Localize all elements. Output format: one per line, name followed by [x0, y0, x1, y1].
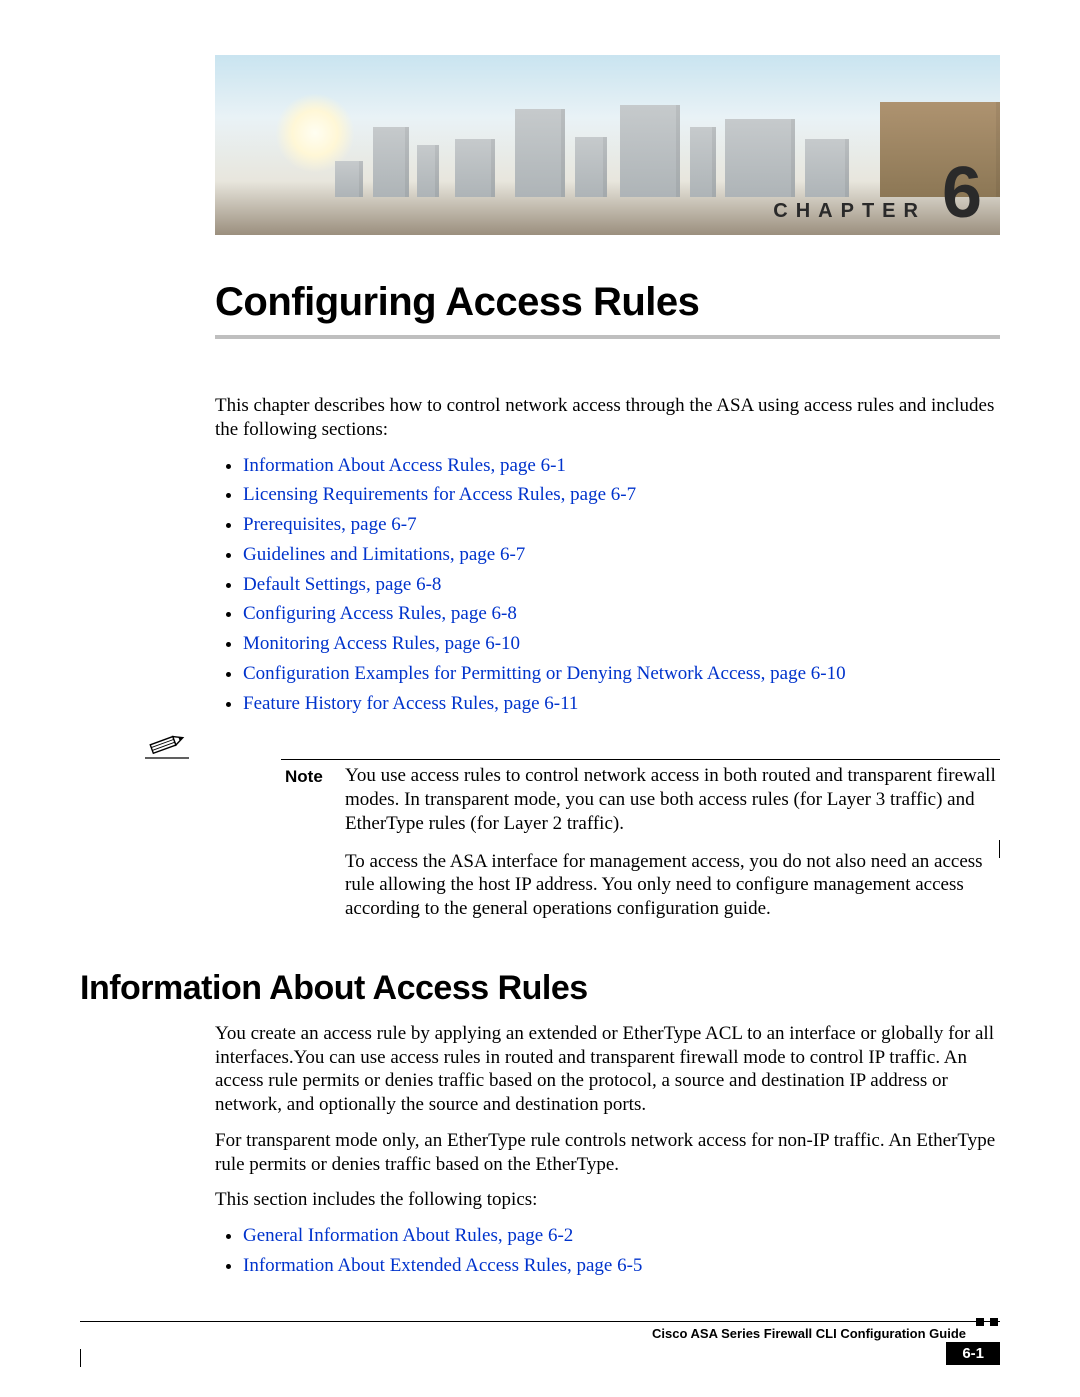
pencil-icon	[145, 729, 197, 759]
toc-link[interactable]: Feature History for Access Rules, page 6…	[243, 693, 578, 714]
page-number: 6-1	[946, 1342, 1000, 1365]
section-link[interactable]: General Information About Rules, page 6-…	[243, 1225, 573, 1246]
chapter-label-group: CHAPTER 6	[773, 157, 982, 229]
toc-item: Configuring Access Rules, page 6-8	[243, 602, 1000, 626]
toc-link[interactable]: Prerequisites, page 6-7	[243, 514, 417, 535]
chapter-number: 6	[942, 157, 982, 229]
crop-mark	[999, 840, 1000, 858]
note-label: Note	[285, 764, 331, 787]
toc-link[interactable]: Licensing Requirements for Access Rules,…	[243, 484, 636, 505]
note-block: Note You use access rules to control net…	[215, 729, 1000, 935]
toc-item: Information About Access Rules, page 6-1	[243, 454, 1000, 478]
section-link-list: General Information About Rules, page 6-…	[215, 1224, 1000, 1278]
toc-link[interactable]: Configuration Examples for Permitting or…	[243, 663, 846, 684]
crop-mark	[80, 1349, 81, 1367]
toc-item: Licensing Requirements for Access Rules,…	[243, 483, 1000, 507]
toc-item: Prerequisites, page 6-7	[243, 513, 1000, 537]
title-rule	[215, 335, 1000, 339]
note-paragraph: To access the ASA interface for manageme…	[345, 850, 1000, 921]
chapter-banner: CHAPTER 6	[215, 55, 1000, 235]
list-item: General Information About Rules, page 6-…	[243, 1224, 1000, 1248]
decorative-square	[990, 1318, 998, 1326]
toc-link[interactable]: Default Settings, page 6-8	[243, 574, 441, 595]
intro-paragraph: This chapter describes how to control ne…	[215, 394, 1000, 442]
book-title: Cisco ASA Series Firewall CLI Configurat…	[652, 1326, 966, 1341]
toc-list: Information About Access Rules, page 6-1…	[215, 454, 1000, 716]
page-title: Configuring Access Rules	[215, 280, 1000, 325]
intro-block: This chapter describes how to control ne…	[215, 394, 1000, 935]
section-paragraph: For transparent mode only, an EtherType …	[215, 1129, 1000, 1177]
toc-link[interactable]: Monitoring Access Rules, page 6-10	[243, 633, 520, 654]
toc-link[interactable]: Guidelines and Limitations, page 6-7	[243, 544, 525, 565]
toc-item: Configuration Examples for Permitting or…	[243, 662, 1000, 686]
chapter-word: CHAPTER	[773, 200, 926, 223]
toc-link[interactable]: Information About Access Rules, page 6-1	[243, 455, 566, 476]
page-container: CHAPTER 6 Configuring Access Rules This …	[0, 0, 1080, 1397]
section-link[interactable]: Information About Extended Access Rules,…	[243, 1255, 642, 1276]
section-body: You create an access rule by applying an…	[215, 1022, 1000, 1278]
section-paragraph: You create an access rule by applying an…	[215, 1022, 1000, 1117]
toc-item: Monitoring Access Rules, page 6-10	[243, 632, 1000, 656]
page-footer: Cisco ASA Series Firewall CLI Configurat…	[80, 1321, 1000, 1355]
section-paragraph: This section includes the following topi…	[215, 1188, 1000, 1212]
toc-item: Feature History for Access Rules, page 6…	[243, 692, 1000, 716]
toc-link[interactable]: Configuring Access Rules, page 6-8	[243, 603, 517, 624]
toc-item: Default Settings, page 6-8	[243, 573, 1000, 597]
toc-item: Guidelines and Limitations, page 6-7	[243, 543, 1000, 567]
note-paragraph: You use access rules to control network …	[345, 764, 1000, 835]
section-heading: Information About Access Rules	[80, 969, 1000, 1008]
decorative-square	[976, 1318, 984, 1326]
list-item: Information About Extended Access Rules,…	[243, 1254, 1000, 1278]
